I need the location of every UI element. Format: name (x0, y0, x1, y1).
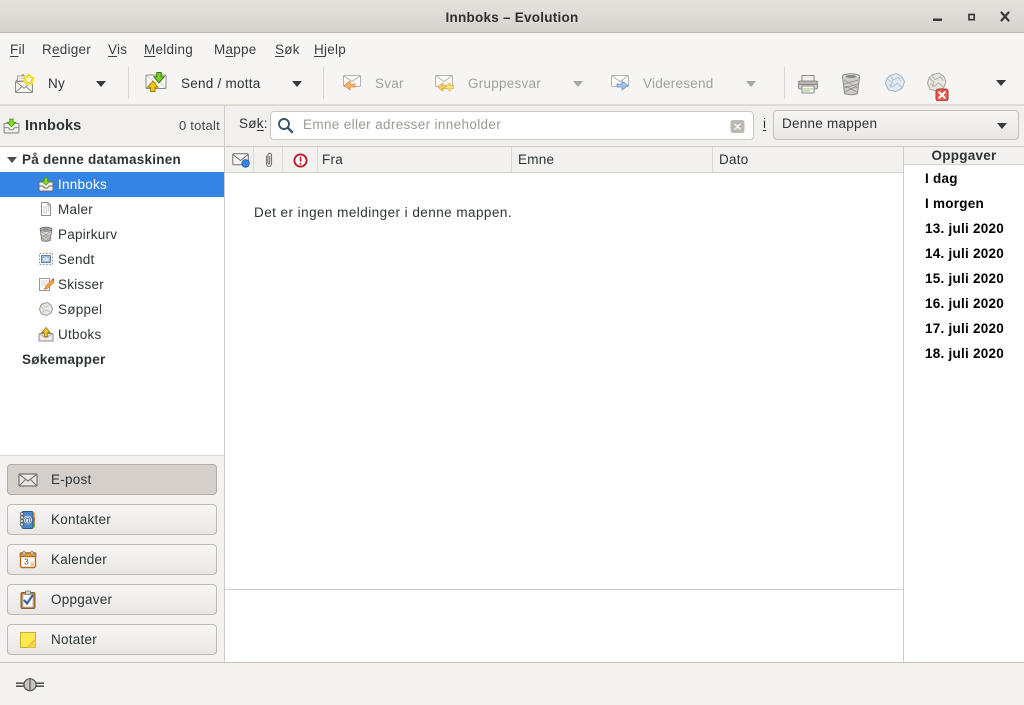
svg-text:3: 3 (24, 558, 29, 567)
svg-text:@: @ (23, 515, 32, 525)
